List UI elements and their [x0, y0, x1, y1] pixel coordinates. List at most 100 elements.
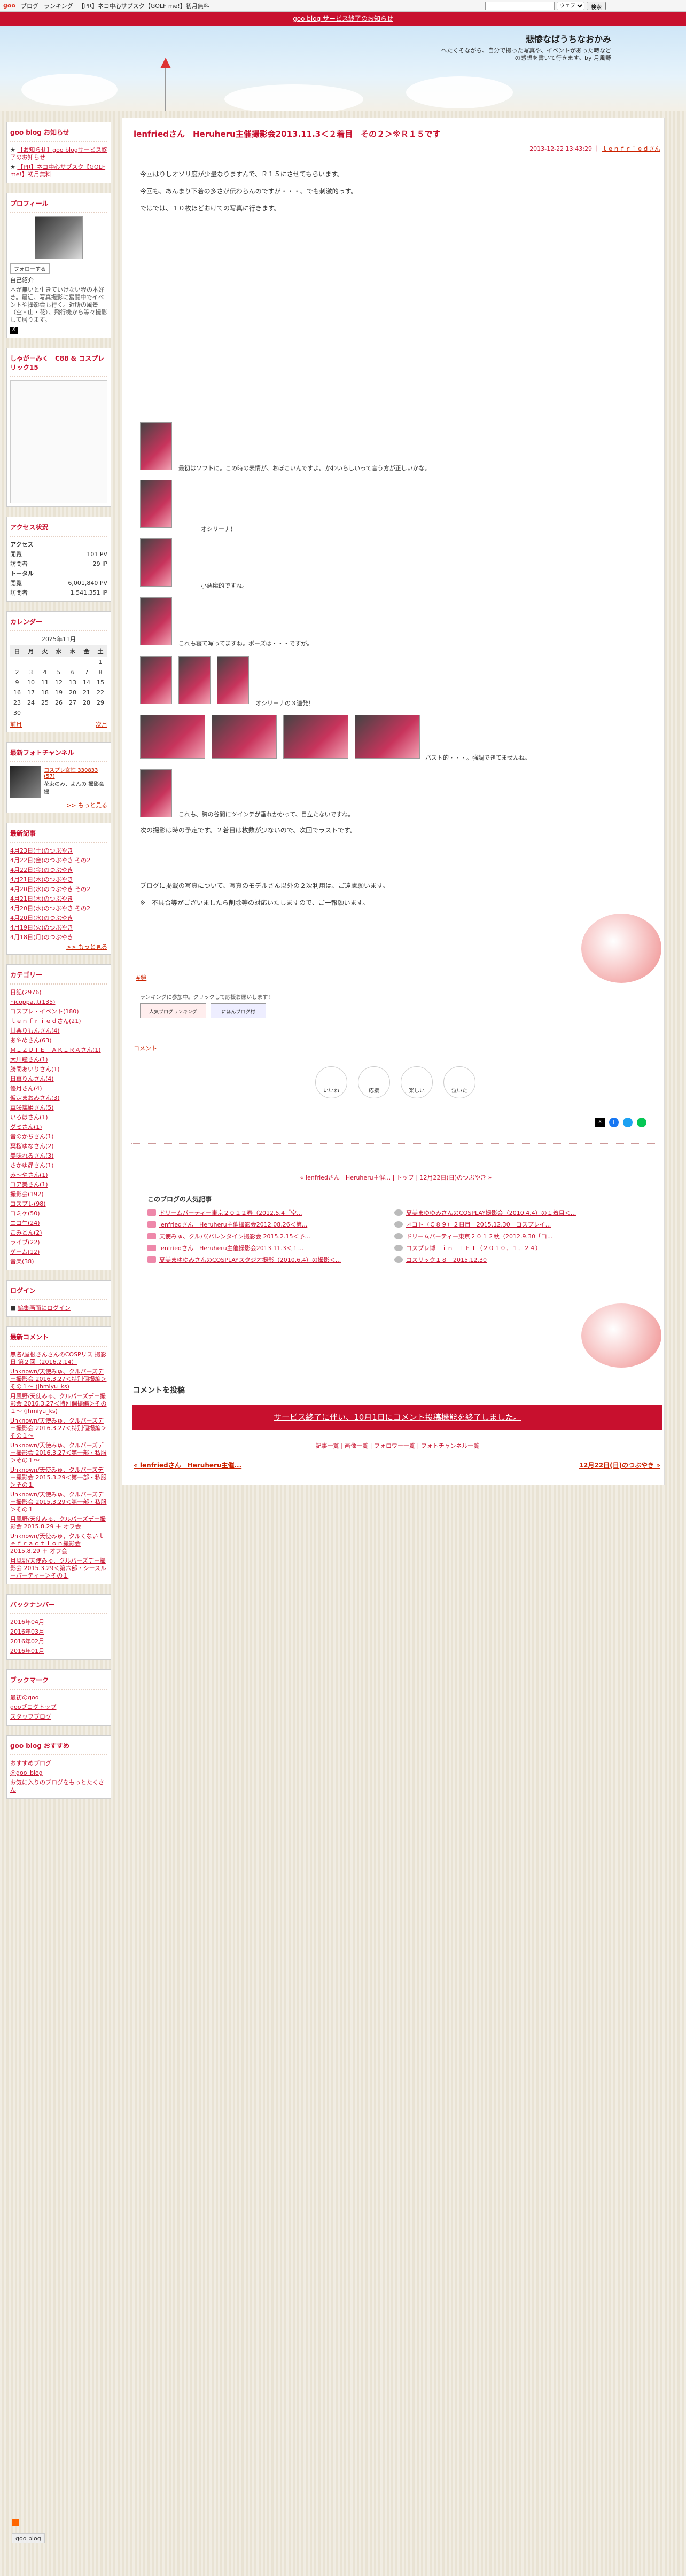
calendar-day[interactable]: 28 — [80, 698, 93, 708]
comment-entry-link[interactable]: 月風野/天使みゅ、クルパーズデー撮影会 2015.3.29＜第六部・シースルーパ… — [10, 1557, 106, 1579]
calendar-day[interactable]: 24 — [24, 698, 38, 708]
calendar-day[interactable] — [38, 657, 52, 667]
calendar-day[interactable]: 12 — [52, 677, 66, 688]
popular-link[interactable]: lenfriedさん Heruheru主催撮影会2013.11.3＜１... — [159, 1244, 303, 1252]
popular-link[interactable]: ネコト（Ｃ８９）２日目 2015.12.30 コスプレイ... — [406, 1220, 551, 1229]
calendar-day[interactable]: 22 — [93, 688, 107, 698]
prev-entry-link[interactable]: « lenfriedさん Heruheru主催... — [134, 1462, 241, 1469]
photo[interactable] — [140, 769, 172, 817]
recent-entry-link[interactable]: 4月20日(水)のつぶやき その2 — [10, 905, 90, 912]
topbar-link-ranking[interactable]: ランキング — [44, 2, 73, 10]
category-link[interactable]: コスプレ(98) — [10, 1200, 46, 1207]
follow-button[interactable]: フォローする — [10, 263, 50, 274]
calendar-day[interactable]: 1 — [93, 657, 107, 667]
category-link[interactable]: ニコ生(24) — [10, 1220, 40, 1227]
topbar-link-blog[interactable]: ブログ — [21, 2, 38, 10]
osusume-link[interactable]: おすすめブログ — [10, 1760, 51, 1767]
entry-pager[interactable]: « lenfriedさん Heruheru主催... | トップ | 12月22… — [131, 1173, 660, 1182]
reaction-support[interactable]: 応援 — [358, 1066, 390, 1098]
calendar-day[interactable]: 10 — [24, 677, 38, 688]
calendar-day[interactable]: 13 — [66, 677, 80, 688]
calendar-day[interactable]: 29 — [93, 698, 107, 708]
category-link[interactable]: グミさん(1) — [10, 1123, 42, 1130]
search-button[interactable]: 検索 — [587, 2, 606, 11]
ranking-banner-1[interactable]: 人気ブログランキング — [140, 1003, 206, 1018]
recent-entry-link[interactable]: 4月19日(火)のつぶやき — [10, 924, 73, 931]
category-link[interactable]: コスプレ・イベント(180) — [10, 1008, 79, 1015]
category-link[interactable]: 優月さん(4) — [10, 1085, 42, 1092]
calendar-day[interactable]: 20 — [66, 688, 80, 698]
news-link[interactable]: 【お知らせ】goo blogサービス終了のお知らせ — [10, 146, 107, 161]
tag-link[interactable]: #鏡 — [136, 974, 146, 981]
popular-link[interactable]: 夏美まゆゆみさんのCOSPLAYスタジオ撮影（2010.6.4）の撮影＜... — [159, 1255, 341, 1264]
next-entry-link[interactable]: 12月22日(日)のつぶやき » — [579, 1462, 660, 1469]
ranking-banner-2[interactable]: にほんブログ村 — [211, 1003, 266, 1018]
comment-entry-link[interactable]: Unknown/天使みゅ、クルパーズデー撮影会 2015.3.29＜第一部・私服… — [10, 1466, 106, 1488]
photo[interactable] — [140, 538, 172, 587]
category-link[interactable]: ＭＩＺＵＴＥ ＡＫＩＲＡさん(1) — [10, 1047, 101, 1053]
calendar-day[interactable] — [24, 657, 38, 667]
category-link[interactable]: 葉桜ゆなさん(2) — [10, 1143, 54, 1150]
calendar-day[interactable] — [24, 708, 38, 718]
calendar-day[interactable]: 4 — [38, 667, 52, 677]
calendar-day[interactable]: 30 — [10, 708, 24, 718]
popular-link[interactable]: コスリック１８ 2015.12.30 — [406, 1255, 487, 1264]
x-share-icon[interactable]: X — [595, 1118, 605, 1127]
calendar-day[interactable] — [52, 708, 66, 718]
calendar-day[interactable]: 15 — [93, 677, 107, 688]
news-link[interactable]: 【PR】ネコ中心サブスク【GOLF me!】初月無料 — [10, 163, 105, 178]
category-link[interactable]: 音のかちさん(1) — [10, 1133, 54, 1140]
category-link[interactable]: コア美さん(1) — [10, 1181, 48, 1188]
login-link[interactable]: 編集画面にログイン — [18, 1305, 71, 1312]
backnumber-link[interactable]: 2016年02月 — [10, 1638, 44, 1645]
search-input[interactable] — [485, 2, 555, 10]
entry-title[interactable]: lenfriedさん Heruheru主催撮影会2013.11.3＜２着目 その… — [134, 128, 441, 139]
topbar-link-pr[interactable]: 【PR】ネコ中心サブスク【GOLF me!】初月無料 — [79, 2, 209, 10]
backnumber-link[interactable]: 2016年03月 — [10, 1628, 44, 1635]
photo[interactable] — [217, 656, 249, 704]
calendar-day[interactable]: 8 — [93, 667, 107, 677]
photo[interactable] — [140, 480, 172, 528]
banner-image[interactable] — [10, 380, 107, 503]
calendar-day[interactable]: 14 — [80, 677, 93, 688]
calendar-day[interactable]: 23 — [10, 698, 24, 708]
bookmark-link[interactable]: gooブログトップ — [10, 1704, 56, 1711]
calendar-day[interactable]: 27 — [66, 698, 80, 708]
category-link[interactable]: ゲーム(12) — [10, 1248, 40, 1255]
category-link[interactable]: 仮定まおみさん(3) — [10, 1095, 60, 1102]
calendar-day[interactable]: 9 — [10, 677, 24, 688]
category-link[interactable]: 美味れるさん(3) — [10, 1152, 54, 1159]
bluesky-share-icon[interactable] — [623, 1118, 633, 1127]
calendar-prev[interactable]: 前月 — [10, 720, 22, 729]
photo[interactable] — [283, 715, 348, 759]
calendar-day[interactable] — [80, 657, 93, 667]
calendar-day[interactable]: 26 — [52, 698, 66, 708]
popular-link[interactable]: 天使みゅ、クルパ(バレンタイン撮影会 2015.2.15＜予... — [159, 1232, 310, 1240]
calendar-day[interactable] — [93, 708, 107, 718]
goo-logo[interactable]: goo — [3, 2, 15, 9]
category-link[interactable]: 日暮りんさん(4) — [10, 1075, 54, 1082]
x-icon[interactable]: X — [10, 327, 18, 334]
comment-closed-link[interactable]: サービス終了に伴い、10月1日にコメント投稿機能を終了しました。 — [274, 1412, 521, 1422]
comment-entry-link[interactable]: Unknown/天使みゅ、クルくないｌｅｆｒａｃｔｉｏｎ撮影会 2015.8.2… — [10, 1533, 104, 1555]
category-link[interactable]: 華咲璃姫さん(5) — [10, 1104, 54, 1111]
bookmark-link[interactable]: スタッフブログ — [10, 1713, 51, 1720]
category-link[interactable]: 甘栗りもんさん(4) — [10, 1027, 60, 1034]
calendar-day[interactable] — [52, 657, 66, 667]
recent-entry-link[interactable]: 4月20日(水)のつぶやき — [10, 915, 73, 922]
calendar-next[interactable]: 次月 — [96, 720, 107, 729]
category-link[interactable]: み～やさん(1) — [10, 1172, 48, 1178]
recent-entry-link[interactable]: 4月23日(土)のつぶやき — [10, 847, 73, 854]
reaction-like[interactable]: いいね — [315, 1066, 347, 1098]
blog-title[interactable]: 悲惨なばうちなおかみ — [526, 32, 611, 45]
category-link[interactable]: 日記(2976) — [10, 989, 42, 996]
recent-entry-link[interactable]: 4月20日(水)のつぶやき その2 — [10, 886, 90, 893]
photo[interactable] — [140, 715, 205, 759]
photo[interactable] — [140, 422, 172, 470]
category-link[interactable]: 音楽(38) — [10, 1258, 34, 1265]
photo-channel-link[interactable]: コスプレ女性 330833 (57) — [44, 768, 98, 779]
calendar-day[interactable]: 16 — [10, 688, 24, 698]
photo[interactable] — [140, 597, 172, 645]
calendar-day[interactable]: 3 — [24, 667, 38, 677]
comment-entry-link[interactable]: Unknown/天使みゅ、クルパーズデー撮影会 2016.3.27＜特別個撮編＞… — [10, 1368, 106, 1390]
